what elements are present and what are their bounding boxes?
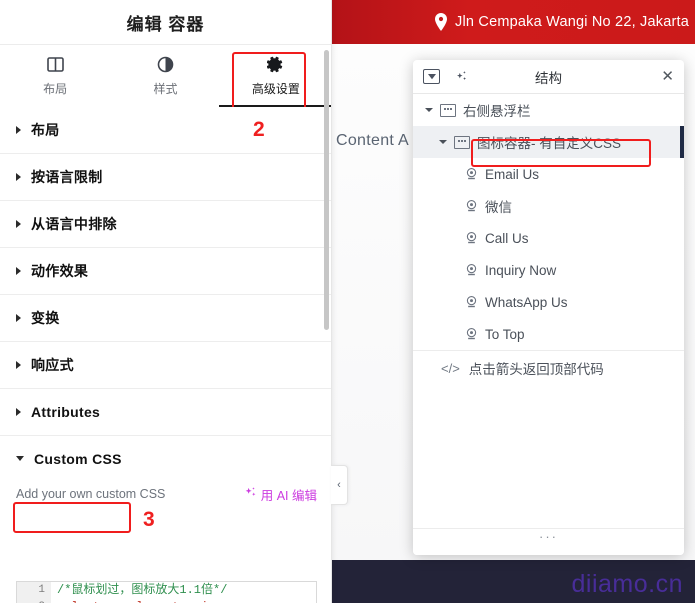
tree-row-label: WhatsApp Us	[485, 294, 568, 310]
tree-row[interactable]: WhatsApp Us	[413, 286, 684, 318]
tree-row-label: Call Us	[485, 230, 529, 246]
marker-2: 2	[253, 118, 265, 141]
widget-icon	[465, 167, 478, 181]
section-language-exclude-label: 从语言中排除	[31, 216, 117, 232]
chevron-down-icon[interactable]	[439, 140, 447, 144]
chevron-right-icon	[16, 173, 21, 181]
widget-icon	[465, 199, 478, 213]
container-icon	[440, 103, 456, 117]
section-motion-effects-label: 动作效果	[31, 263, 89, 279]
code-line-text: /*鼠标划过，图标放大1.1倍*/	[57, 583, 228, 597]
container-icon	[454, 135, 470, 149]
chevron-left-icon: ‹	[337, 479, 341, 491]
layout-columns-icon	[46, 55, 64, 74]
code-brackets-icon: </>	[441, 360, 460, 376]
section-transform-label: 变换	[31, 310, 60, 326]
custom-css-editor[interactable]: 1 /*鼠标划过，图标放大1.1倍*/ 2 selector .elemento…	[16, 581, 317, 603]
tab-advanced[interactable]: 高级设置	[218, 45, 331, 108]
section-motion-effects[interactable]: 动作效果	[0, 248, 331, 295]
tree-row-label: Inquiry Now	[485, 262, 557, 278]
widget-icon	[465, 327, 478, 341]
widget-icon	[465, 295, 478, 309]
section-custom-css-label: Custom CSS	[34, 450, 122, 467]
advanced-sections: 布局 按语言限制 从语言中排除 动作效果 变换 响应式 Attributes C…	[0, 107, 331, 507]
tab-layout-label: 布局	[43, 82, 68, 96]
code-line: 2 selector .elementor-i	[17, 599, 316, 603]
tab-advanced-label: 高级设置	[251, 82, 300, 96]
chevron-down-icon[interactable]	[425, 108, 433, 112]
chevron-right-icon	[16, 314, 21, 322]
code-line-text: selector .elementor-i	[51, 599, 208, 603]
tree-row[interactable]: 右侧悬浮栏	[413, 94, 684, 126]
section-language-restrict[interactable]: 按语言限制	[0, 154, 331, 201]
ai-edit-button[interactable]: 用 AI 编辑	[244, 485, 317, 504]
chevron-down-icon	[16, 456, 24, 461]
structure-tree: 右侧悬浮栏 图标容器- 有自定义CSS Email Us 微信 Call Us …	[413, 94, 684, 419]
section-responsive[interactable]: 响应式	[0, 342, 331, 389]
marker-3: 3	[143, 508, 155, 531]
drag-dots-icon: ···	[539, 528, 558, 544]
code-note-row[interactable]: </> 点击箭头返回顶部代码	[413, 351, 684, 385]
widget-icon	[465, 231, 478, 245]
sparkle-icon[interactable]	[454, 69, 469, 84]
structure-resize-handle[interactable]: ···	[413, 528, 684, 555]
site-address-text: Jln Cempaka Wangi No 22, Jakarta	[455, 14, 689, 30]
tree-row-label: 右侧悬浮栏	[463, 104, 531, 119]
sparkle-icon	[244, 486, 257, 502]
chevron-right-icon	[16, 220, 21, 228]
chevron-right-icon	[16, 126, 21, 134]
tree-row[interactable]: 微信	[413, 190, 684, 222]
gear-icon	[267, 55, 284, 74]
tree-row-label: To Top	[485, 326, 525, 342]
custom-css-hint: Add your own custom CSS	[16, 487, 166, 501]
section-transform[interactable]: 变换	[0, 295, 331, 342]
widget-icon	[465, 263, 478, 277]
watermark: diiamo.cn	[571, 570, 683, 598]
tree-row-label: 图标容器- 有自定义CSS	[477, 136, 622, 151]
tree-row[interactable]: Call Us	[413, 222, 684, 254]
site-address: Jln Cempaka Wangi No 22, Jakarta	[434, 13, 689, 31]
panel-scrollbar-thumb[interactable]	[324, 50, 329, 330]
tree-row[interactable]: To Top	[413, 318, 684, 350]
site-header-bar: Jln Cempaka Wangi No 22, Jakarta	[330, 0, 695, 44]
chevron-right-icon	[16, 267, 21, 275]
tab-style[interactable]: 样式	[110, 45, 220, 107]
code-line-number: 1	[17, 582, 51, 599]
editor-panel: 编辑 容器 布局 样式 高级设置 布局 按语言限制 从语言中排除 动作效果 变换…	[0, 0, 332, 603]
section-layout-label: 布局	[31, 122, 60, 138]
tree-row[interactable]: Inquiry Now	[413, 254, 684, 286]
code-line: 1 /*鼠标划过，图标放大1.1倍*/	[17, 582, 316, 599]
editor-tabs: 布局 样式 高级设置	[0, 44, 331, 108]
custom-css-subrow: Add your own custom CSS 用 AI 编辑	[0, 481, 331, 507]
tab-style-label: 样式	[153, 82, 178, 96]
ai-edit-label: 用 AI 编辑	[260, 488, 317, 503]
section-language-exclude[interactable]: 从语言中排除	[0, 201, 331, 248]
tab-layout[interactable]: 布局	[0, 45, 110, 107]
page-title: 编辑 容器	[0, 0, 331, 44]
tree-row-selected[interactable]: 图标容器- 有自定义CSS	[413, 126, 684, 158]
structure-panel: 结构 ✕ 右侧悬浮栏 图标容器- 有自定义CSS Email Us 微信 Cal…	[413, 60, 684, 555]
dropdown-square-icon[interactable]	[423, 69, 440, 84]
code-line-number: 2	[17, 599, 51, 603]
location-pin-icon	[434, 13, 448, 31]
panel-collapse-handle[interactable]: ‹	[331, 465, 348, 505]
chevron-right-icon	[16, 408, 21, 416]
section-attributes-label: Attributes	[31, 404, 101, 420]
tree-row-label: 微信	[485, 200, 512, 215]
structure-header: 结构 ✕	[413, 60, 684, 94]
code-note-label: 点击箭头返回顶部代码	[468, 362, 604, 377]
close-icon[interactable]: ✕	[661, 69, 674, 84]
section-layout[interactable]: 布局	[0, 107, 331, 154]
screen: Jln Cempaka Wangi No 22, Jakarta Content…	[0, 0, 695, 603]
section-responsive-label: 响应式	[31, 357, 74, 373]
section-custom-css[interactable]: Custom CSS	[0, 436, 331, 481]
tree-row[interactable]: Email Us	[413, 158, 684, 190]
selection-indicator	[680, 126, 684, 158]
section-language-restrict-label: 按语言限制	[31, 169, 103, 185]
content-a-label: Content A	[336, 132, 409, 149]
chevron-right-icon	[16, 361, 21, 369]
section-attributes[interactable]: Attributes	[0, 389, 331, 436]
tree-row-label: Email Us	[485, 166, 540, 182]
contrast-circle-icon	[157, 55, 174, 74]
